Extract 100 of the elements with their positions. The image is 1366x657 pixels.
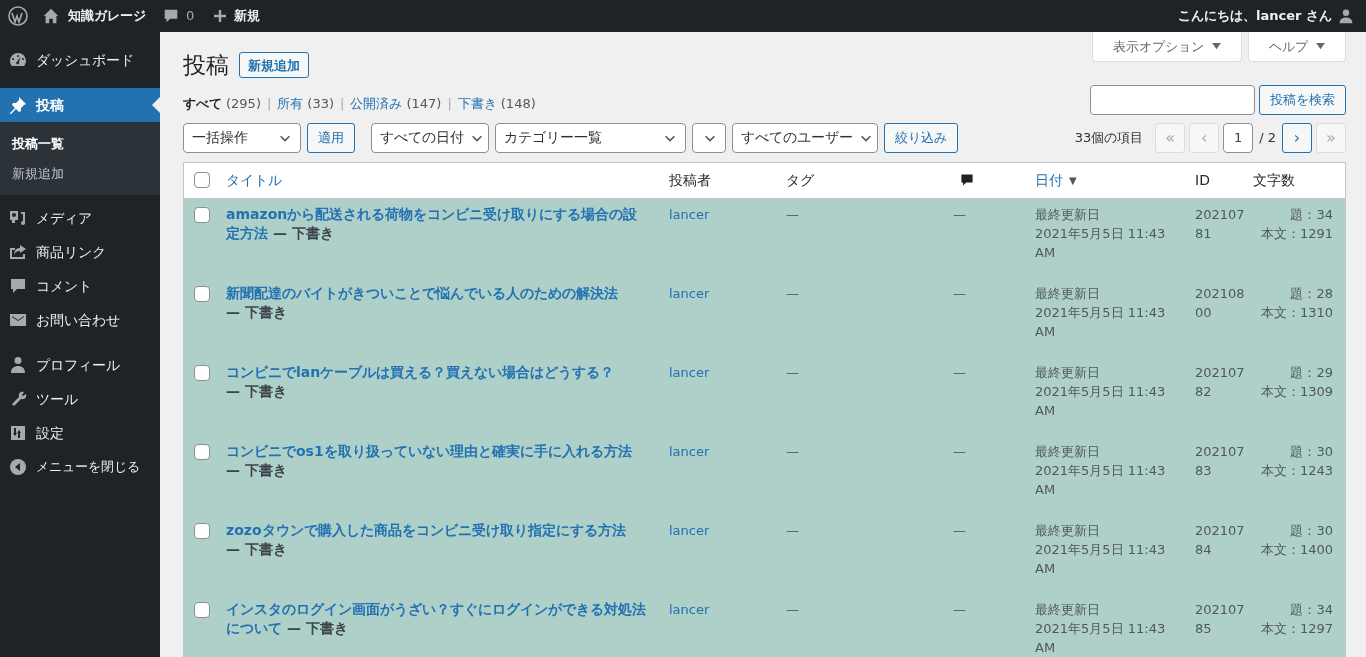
- search-field[interactable]: [1090, 84, 1255, 115]
- filter-link[interactable]: すべて: [183, 93, 222, 114]
- date-text: 2021年5月5日 11:43 AM: [1035, 382, 1167, 420]
- sidebar-item[interactable]: メディア: [0, 201, 160, 235]
- row-checkbox[interactable]: [194, 206, 210, 223]
- separator: |: [447, 94, 452, 113]
- site-name-link[interactable]: 知識ガレージ: [68, 6, 146, 26]
- sidebar-item[interactable]: プロフィール: [0, 348, 160, 382]
- date-label: 最終更新日: [1035, 600, 1100, 619]
- table-cell: —: [786, 443, 799, 459]
- sort-arrow: ▼: [1069, 173, 1077, 188]
- post-title-link[interactable]: 新聞配達のバイトがきついことで悩んでいる人のための解決法 — 下書き: [226, 283, 649, 322]
- post-id: 20210800: [1195, 285, 1245, 320]
- page-number-field[interactable]: 1: [1223, 122, 1254, 153]
- avatar-icon[interactable]: [1338, 8, 1354, 24]
- row-checkbox[interactable]: [194, 601, 210, 618]
- table-cell: —: [953, 601, 966, 617]
- table-cell: —: [953, 443, 966, 459]
- date-label: 最終更新日: [1035, 363, 1100, 382]
- post-title-link[interactable]: zozoタウンで購入した商品をコンビニ受け取り指定にする方法 — 下書き: [226, 520, 649, 559]
- row-checkbox[interactable]: [194, 364, 210, 381]
- post-id: 20210782: [1195, 364, 1245, 399]
- separator: |: [340, 94, 345, 113]
- plus-icon[interactable]: [212, 8, 229, 24]
- title-length: 題：29: [1290, 363, 1333, 382]
- post-title-link[interactable]: コンビニでlanケーブルは買える？買えない場合はどうする？ — 下書き: [226, 362, 649, 401]
- filter-link[interactable]: 下書き: [457, 93, 497, 114]
- filter-count: (295): [226, 94, 261, 113]
- select-field[interactable]: [692, 122, 726, 153]
- author-link[interactable]: lancer: [669, 522, 710, 538]
- post-title-link[interactable]: インスタのログイン画面がうざい？すぐにログインができる対処法について — 下書き: [226, 599, 649, 638]
- sidebar-item[interactable]: メニューを閉じる: [0, 450, 160, 484]
- title-length: 題：34: [1290, 600, 1333, 619]
- select-all-checkbox[interactable]: [194, 172, 210, 188]
- next-page-button[interactable]: ›: [1282, 122, 1312, 153]
- sidebar-item[interactable]: ダッシュボード: [0, 43, 160, 77]
- bulk-action-select[interactable]: 一括操作: [183, 122, 301, 153]
- filter-count: (147): [406, 94, 442, 113]
- author-link[interactable]: lancer: [669, 364, 710, 380]
- author-link[interactable]: lancer: [669, 206, 710, 222]
- speech-bubble-icon: [8, 276, 28, 296]
- sidebar-item[interactable]: ツール: [0, 382, 160, 416]
- date-text: 2021年5月5日 11:43 AM: [1035, 303, 1167, 341]
- body-length: 本文：1243: [1260, 461, 1333, 480]
- table-cell: —: [953, 522, 966, 538]
- sidebar-item[interactable]: 商品リンク: [0, 235, 160, 269]
- search-button[interactable]: 投稿を検索: [1259, 84, 1346, 115]
- table-cell: —: [786, 601, 799, 617]
- row-checkbox[interactable]: [194, 285, 210, 302]
- sidebar-item[interactable]: コメント: [0, 269, 160, 303]
- post-title-link[interactable]: コンビニでos1を取り扱っていない理由と確実に手に入れる方法 — 下書き: [226, 441, 649, 480]
- help-button[interactable]: ヘルプ: [1248, 32, 1346, 62]
- sidebar-item[interactable]: お問い合わせ: [0, 303, 160, 337]
- date-filter-select[interactable]: すべての日付: [371, 122, 489, 153]
- filter-link[interactable]: 公開済み: [350, 93, 403, 114]
- comment-count: 0: [186, 7, 195, 26]
- sidebar-item[interactable]: 設定: [0, 416, 160, 450]
- post-id: 20210783: [1195, 443, 1245, 478]
- author-link[interactable]: lancer: [669, 443, 710, 459]
- title-length: 題：34: [1290, 205, 1333, 224]
- logo-icon[interactable]: [8, 6, 28, 26]
- filter-button[interactable]: 絞り込み: [884, 122, 958, 153]
- sidebar-item[interactable]: 投稿: [0, 88, 160, 122]
- post-title-link[interactable]: amazonから配送される荷物をコンビニ受け取りにする場合の設定方法 — 下書き: [226, 204, 649, 243]
- author-link[interactable]: lancer: [669, 285, 710, 301]
- submenu-item[interactable]: 新規追加: [0, 158, 160, 188]
- person-icon: [8, 355, 28, 375]
- row-checkbox[interactable]: [194, 443, 210, 460]
- body-length: 本文：1310: [1260, 303, 1333, 322]
- share-icon: [8, 242, 28, 262]
- body-length: 本文：1309: [1260, 382, 1333, 401]
- table-cell: —: [953, 285, 966, 301]
- category-filter-select[interactable]: カテゴリー一覧: [495, 122, 686, 153]
- caret-icon: [1316, 43, 1325, 50]
- column-header: ID: [1195, 170, 1210, 190]
- date-label: 最終更新日: [1035, 205, 1100, 224]
- table-cell: —: [953, 364, 966, 380]
- item-count: 33個の項目: [1074, 128, 1144, 147]
- date-label: 最終更新日: [1035, 284, 1100, 303]
- column-header[interactable]: タイトル: [226, 169, 282, 191]
- screen-options-button[interactable]: 表示オプション: [1092, 32, 1242, 62]
- apply-button[interactable]: 適用: [307, 122, 355, 153]
- column-header[interactable]: 日付 ▼: [1035, 169, 1077, 191]
- column-header: 投稿者: [669, 170, 711, 190]
- page-title: 投稿: [183, 51, 229, 80]
- table-cell: —: [786, 522, 799, 538]
- filter-link[interactable]: 所有: [277, 93, 304, 114]
- new-link[interactable]: 新規: [234, 6, 261, 26]
- speech-bubble-icon: [959, 172, 975, 188]
- author-link[interactable]: lancer: [669, 601, 710, 617]
- title-length: 題：28: [1290, 284, 1333, 303]
- add-new-button[interactable]: 新規追加: [239, 52, 309, 79]
- greeting-link[interactable]: こんにちは、lancer さん: [1178, 6, 1332, 26]
- table-cell: —: [786, 364, 799, 380]
- date-text: 2021年5月5日 11:43 AM: [1035, 619, 1167, 657]
- home-icon[interactable]: [42, 7, 60, 25]
- user-filter-select[interactable]: すべてのユーザー: [732, 122, 878, 153]
- submenu-item[interactable]: 投稿一覧: [0, 129, 160, 159]
- post-id: 20210785: [1195, 601, 1245, 636]
- row-checkbox[interactable]: [194, 522, 210, 539]
